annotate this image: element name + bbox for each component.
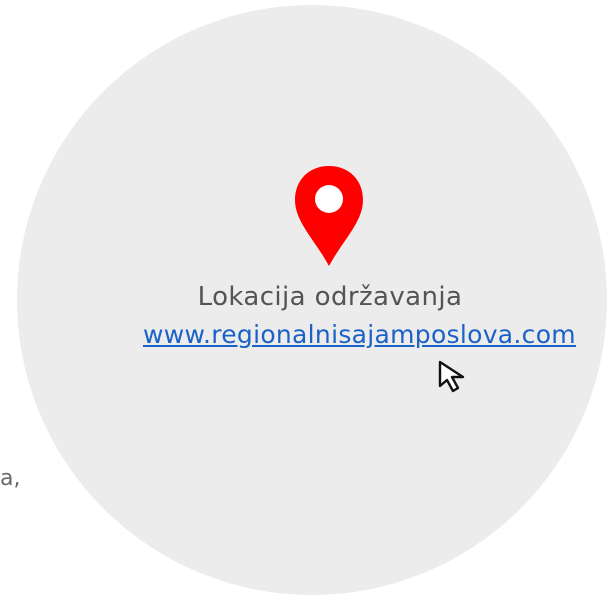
partial-text: a, <box>0 466 21 491</box>
location-label: Lokacija održavanja <box>197 282 463 312</box>
page: a, Lokacija održavanja www.regionalnisaj… <box>0 0 613 605</box>
website-link[interactable]: www.regionalnisajamposlova.com <box>143 320 611 350</box>
location-pin-icon <box>295 166 363 266</box>
mouse-pointer-icon <box>438 360 465 393</box>
